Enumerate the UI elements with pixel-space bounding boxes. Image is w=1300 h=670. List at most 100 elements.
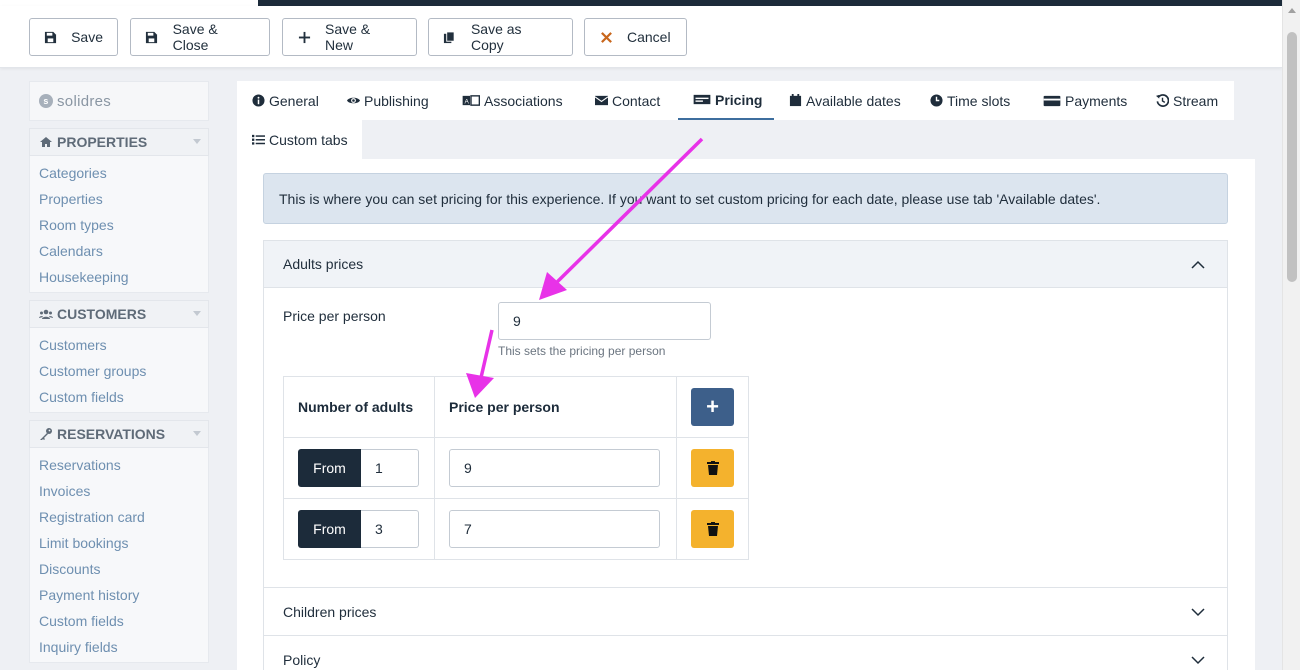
from-cell: From <box>283 498 435 560</box>
price-per-person-label: Price per person <box>283 308 386 324</box>
sidebar-item-discounts[interactable]: Discounts <box>30 556 208 582</box>
price-per-person-header: Price per person <box>434 376 677 438</box>
delete-cell <box>676 498 749 560</box>
adults-price-table: Number of adults Price per person + From <box>283 376 749 560</box>
tab-stream[interactable]: Stream <box>1141 81 1233 120</box>
sidebar-header-reservations[interactable]: RESERVATIONS <box>29 420 209 448</box>
tab-label: Available dates <box>806 92 901 109</box>
save-close-button[interactable]: Save & Close <box>130 18 270 56</box>
sidebar-header-properties[interactable]: PROPERTIES <box>29 128 209 156</box>
save-button[interactable]: Save <box>29 18 118 56</box>
adults-prices-header[interactable]: Adults prices <box>264 241 1227 288</box>
trash-icon <box>706 522 719 536</box>
sidebar-item-calendars[interactable]: Calendars <box>30 238 208 264</box>
sidebar-item-properties[interactable]: Properties <box>30 186 208 212</box>
sidebar-item-room-types[interactable]: Room types <box>30 212 208 238</box>
sidebar-list: Customers Customer groups Custom fields <box>29 328 209 413</box>
tab-publishing[interactable]: Publishing <box>332 81 437 120</box>
tab-payments[interactable]: Payments <box>1028 81 1136 120</box>
adults-prices-body: Price per person This sets the pricing p… <box>264 288 1227 588</box>
price-cell <box>434 437 677 499</box>
sidebar-item-customers[interactable]: Customers <box>30 332 208 358</box>
tab-label: Custom tabs <box>269 131 348 148</box>
list-icon <box>252 133 265 146</box>
sidebar-header-customers[interactable]: CUSTOMERS <box>29 300 209 328</box>
sidebar-item-payment-history[interactable]: Payment history <box>30 582 208 608</box>
tab-associations[interactable]: A Associations <box>447 81 571 120</box>
tab-available-dates[interactable]: Available dates <box>774 81 909 120</box>
tab-time-slots[interactable]: Time slots <box>915 81 1019 120</box>
sidebar-item-inquiry-fields[interactable]: Inquiry fields <box>30 634 208 660</box>
sidebar-section-customers: CUSTOMERS Customers Customer groups Cust… <box>29 300 209 413</box>
logo-text: solidres <box>57 92 112 110</box>
chevron-down-icon <box>1191 656 1205 665</box>
cancel-label: Cancel <box>627 29 671 45</box>
from-label: From <box>298 449 361 487</box>
sidebar-section-properties: PROPERTIES Categories Properties Room ty… <box>29 128 209 293</box>
sidebar-list: Categories Properties Room types Calenda… <box>29 156 209 293</box>
sidebar-item-registration-card[interactable]: Registration card <box>30 504 208 530</box>
sidebar-item-custom-fields[interactable]: Custom fields <box>30 384 208 410</box>
accordion-title: Policy <box>283 651 321 668</box>
delete-row-button[interactable] <box>691 510 734 548</box>
add-cell: + <box>676 376 749 438</box>
accordion-title: Children prices <box>283 603 377 620</box>
save-close-label: Save & Close <box>172 21 218 53</box>
tab-label: Pricing <box>715 91 763 108</box>
sidebar-item-reservations[interactable]: Reservations <box>30 452 208 478</box>
table-header-row: Number of adults Price per person + <box>283 376 749 438</box>
scrollbar[interactable] <box>1282 0 1300 670</box>
clock-icon <box>930 94 943 107</box>
adults-prices-accordion: Adults prices Price per person This sets… <box>263 240 1228 588</box>
scroll-up-arrow-icon[interactable] <box>1288 8 1296 13</box>
floppy-disk-icon <box>145 30 159 44</box>
sidebar-logo[interactable]: s solidres <box>29 81 209 121</box>
from-label: From <box>298 510 361 548</box>
delete-row-button[interactable] <box>691 449 734 487</box>
price-help-text: This sets the pricing per person <box>498 344 666 358</box>
tab-label: Publishing <box>364 92 429 109</box>
table-row: From <box>283 437 749 499</box>
tab-label: Time slots <box>947 92 1011 109</box>
row-price-input[interactable] <box>449 510 660 548</box>
sidebar-header-label: PROPERTIES <box>57 134 148 150</box>
cancel-button[interactable]: Cancel <box>584 18 687 56</box>
sidebar-item-customer-groups[interactable]: Customer groups <box>30 358 208 384</box>
credit-card-icon <box>1043 94 1061 107</box>
floppy-disk-icon <box>44 30 57 44</box>
children-prices-header[interactable]: Children prices <box>264 588 1227 635</box>
row-price-input[interactable] <box>449 449 660 487</box>
chevron-down-icon <box>1191 608 1205 617</box>
tab-pricing[interactable]: Pricing <box>678 81 777 120</box>
save-new-button[interactable]: Save & New <box>282 18 417 56</box>
sidebar-item-custom-fields[interactable]: Custom fields <box>30 608 208 634</box>
caret-down-icon <box>193 311 201 316</box>
from-value-input[interactable] <box>361 510 419 548</box>
policy-header[interactable]: Policy <box>264 636 1227 670</box>
pricing-panel: This is where you can set pricing for th… <box>237 159 1255 670</box>
caret-down-icon <box>193 431 201 436</box>
plus-icon <box>297 30 311 44</box>
sidebar-item-invoices[interactable]: Invoices <box>30 478 208 504</box>
price-per-person-input[interactable] <box>498 302 711 340</box>
tab-label: Stream <box>1173 92 1219 109</box>
add-row-button[interactable]: + <box>691 388 734 426</box>
scroll-thumb[interactable] <box>1287 32 1297 282</box>
from-value-input[interactable] <box>361 449 419 487</box>
price-cell <box>434 498 677 560</box>
sidebar-item-housekeeping[interactable]: Housekeeping <box>30 264 208 290</box>
key-icon <box>39 427 53 441</box>
delete-cell <box>676 437 749 499</box>
tab-contact[interactable]: Contact <box>580 81 669 120</box>
table-row: From <box>283 498 749 560</box>
language-icon: A <box>462 94 480 107</box>
sidebar-item-categories[interactable]: Categories <box>30 160 208 186</box>
policy-accordion: Policy <box>263 635 1228 670</box>
logo-icon: s <box>39 94 53 108</box>
save-copy-button[interactable]: Save as Copy <box>428 18 573 56</box>
users-icon <box>39 307 53 321</box>
tab-label: Contact <box>612 92 661 109</box>
sidebar-item-limit-bookings[interactable]: Limit bookings <box>30 530 208 556</box>
tab-general[interactable]: General <box>237 81 327 120</box>
tab-custom-tabs[interactable]: Custom tabs <box>237 120 362 159</box>
